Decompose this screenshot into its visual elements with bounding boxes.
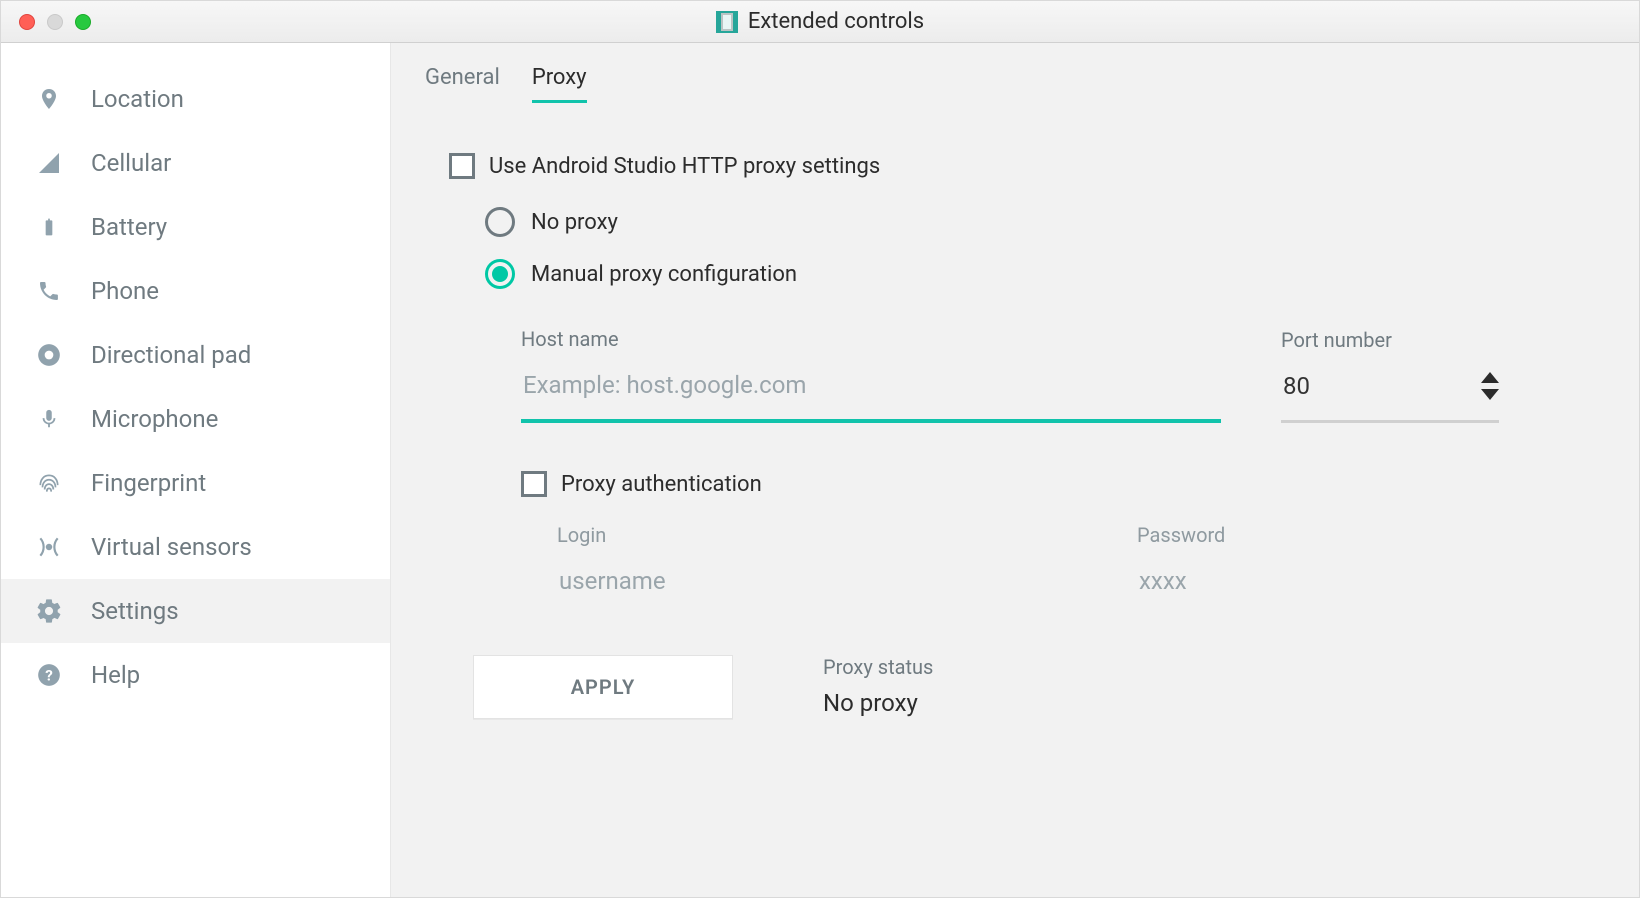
window: Extended controls Location Cellular xyxy=(0,0,1640,898)
radio-manual-proxy-label: Manual proxy configuration xyxy=(531,262,797,287)
chevron-up-icon xyxy=(1481,372,1499,383)
window-body: Location Cellular Battery Phone xyxy=(1,43,1639,897)
proxy-status: Proxy status No proxy xyxy=(823,655,933,717)
host-input[interactable] xyxy=(521,367,1221,403)
host-port-fields: Host name Port number xyxy=(449,327,1605,423)
fingerprint-icon xyxy=(35,469,63,497)
radio-icon xyxy=(485,207,515,237)
traffic-lights xyxy=(1,14,91,30)
radio-icon xyxy=(485,259,515,289)
login-input xyxy=(557,563,817,599)
login-label: Login xyxy=(557,523,817,547)
sidebar-item-settings[interactable]: Settings xyxy=(1,579,390,643)
input-underline xyxy=(1281,420,1499,423)
help-icon: ? xyxy=(35,661,63,689)
sidebar-item-location[interactable]: Location xyxy=(1,67,390,131)
proxy-status-value: No proxy xyxy=(823,689,933,717)
apply-button[interactable]: APPLY xyxy=(473,655,733,719)
tab-proxy[interactable]: Proxy xyxy=(532,65,587,103)
sidebar-item-label: Phone xyxy=(91,277,159,305)
proxy-auth-checkbox[interactable]: Proxy authentication xyxy=(449,471,1605,497)
phone-icon xyxy=(35,277,63,305)
port-field: Port number xyxy=(1281,328,1499,423)
proxy-pane: Use Android Studio HTTP proxy settings N… xyxy=(425,103,1605,719)
dpad-icon xyxy=(35,341,63,369)
action-row: APPLY Proxy status No proxy xyxy=(449,655,1605,719)
radio-manual-proxy[interactable]: Manual proxy configuration xyxy=(485,259,1605,289)
radio-no-proxy-label: No proxy xyxy=(531,210,618,235)
sidebar-item-battery[interactable]: Battery xyxy=(1,195,390,259)
checkbox-icon xyxy=(449,153,475,179)
titlebar: Extended controls xyxy=(1,1,1639,43)
sidebar-item-label: Directional pad xyxy=(91,341,251,369)
title: Extended controls xyxy=(1,9,1639,34)
app-icon xyxy=(716,11,738,33)
settings-icon xyxy=(35,597,63,625)
sidebar-item-label: Virtual sensors xyxy=(91,533,252,561)
sidebar-item-label: Microphone xyxy=(91,405,218,433)
host-field: Host name xyxy=(521,327,1221,423)
sidebar-item-microphone[interactable]: Microphone xyxy=(1,387,390,451)
sidebar-item-dpad[interactable]: Directional pad xyxy=(1,323,390,387)
cellular-icon xyxy=(35,149,63,177)
content: General Proxy Use Android Studio HTTP pr… xyxy=(391,43,1639,897)
port-input[interactable] xyxy=(1281,368,1341,404)
login-field: Login xyxy=(557,523,817,599)
sidebar-item-label: Settings xyxy=(91,597,179,625)
svg-text:?: ? xyxy=(45,666,53,684)
sidebar-item-cellular[interactable]: Cellular xyxy=(1,131,390,195)
proxy-auth-label: Proxy authentication xyxy=(561,472,762,497)
close-window-button[interactable] xyxy=(19,14,35,30)
radio-no-proxy[interactable]: No proxy xyxy=(485,207,1605,237)
zoom-window-button[interactable] xyxy=(75,14,91,30)
window-title: Extended controls xyxy=(748,9,924,34)
checkbox-icon xyxy=(521,471,547,497)
proxy-status-label: Proxy status xyxy=(823,655,933,679)
password-input xyxy=(1137,563,1397,599)
sidebar-item-fingerprint[interactable]: Fingerprint xyxy=(1,451,390,515)
sidebar-item-help[interactable]: ? Help xyxy=(1,643,390,707)
password-field: Password xyxy=(1137,523,1397,599)
auth-fields: Login Password xyxy=(449,523,1605,599)
sidebar-item-label: Cellular xyxy=(91,149,171,177)
sidebar-item-label: Fingerprint xyxy=(91,469,206,497)
sidebar-item-label: Battery xyxy=(91,213,167,241)
tab-general[interactable]: General xyxy=(425,65,500,103)
microphone-icon xyxy=(35,405,63,433)
use-studio-proxy-checkbox[interactable]: Use Android Studio HTTP proxy settings xyxy=(449,153,1605,179)
chevron-down-icon xyxy=(1481,389,1499,400)
sensors-icon xyxy=(35,533,63,561)
password-label: Password xyxy=(1137,523,1397,547)
sidebar: Location Cellular Battery Phone xyxy=(1,43,391,897)
sidebar-item-label: Help xyxy=(91,661,140,689)
location-icon xyxy=(35,85,63,113)
minimize-window-button[interactable] xyxy=(47,14,63,30)
sidebar-item-label: Location xyxy=(91,85,184,113)
proxy-mode-radio-group: No proxy Manual proxy configuration xyxy=(449,207,1605,289)
battery-icon xyxy=(35,213,63,241)
use-studio-proxy-label: Use Android Studio HTTP proxy settings xyxy=(489,154,880,179)
tabs: General Proxy xyxy=(425,65,1605,103)
sidebar-item-virtual-sensors[interactable]: Virtual sensors xyxy=(1,515,390,579)
port-stepper[interactable] xyxy=(1481,372,1499,400)
sidebar-item-phone[interactable]: Phone xyxy=(1,259,390,323)
input-underline xyxy=(521,419,1221,423)
port-label: Port number xyxy=(1281,328,1499,352)
host-label: Host name xyxy=(521,327,1221,351)
